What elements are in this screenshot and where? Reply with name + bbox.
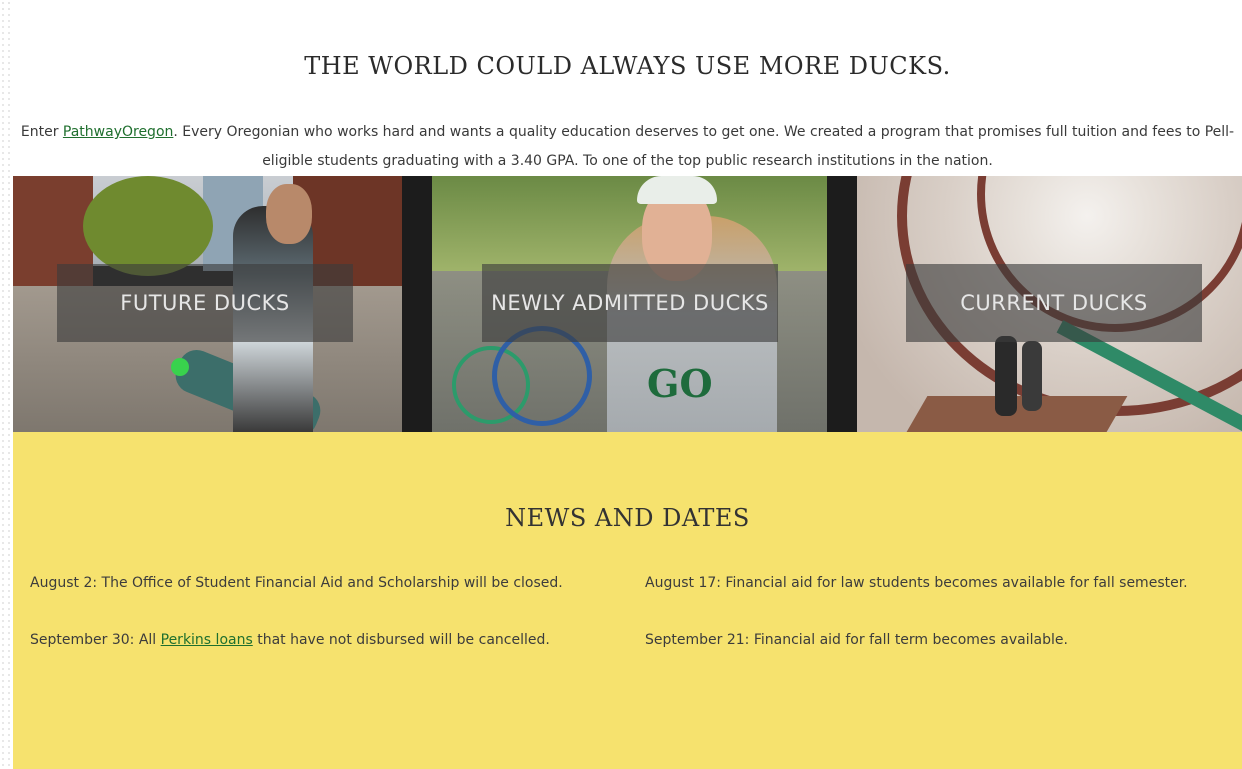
tile-current-ducks[interactable]: CURRENT DUCKS <box>857 176 1242 432</box>
intro-text-before: Enter <box>20 124 63 140</box>
news-item: September 30: All Perkins loans that hav… <box>30 632 550 648</box>
intro-section: THE WORLD COULD ALWAYS USE MORE DUCKS. E… <box>13 0 1242 176</box>
tile-newly-admitted-ducks[interactable]: GO NEWLY ADMITTED DUCKS <box>432 176 827 432</box>
pathway-oregon-link[interactable]: PathwayOregon <box>63 124 173 140</box>
tile-label-newly-admitted-ducks[interactable]: NEWLY ADMITTED DUCKS <box>482 264 778 342</box>
audience-tiles: FUTURE DUCKS GO NEWLY ADMITTED DUCKS CUR… <box>13 176 1242 432</box>
news-and-dates-section: NEWS AND DATES August 2: The Office of S… <box>13 432 1242 769</box>
perkins-loans-link[interactable]: Perkins loans <box>161 632 253 648</box>
tile-label-future-ducks[interactable]: FUTURE DUCKS <box>57 264 353 342</box>
page-headline: THE WORLD COULD ALWAYS USE MORE DUCKS. <box>304 52 951 80</box>
news-item: August 2: The Office of Student Financia… <box>30 575 563 591</box>
tile-label-current-ducks[interactable]: CURRENT DUCKS <box>906 264 1202 342</box>
tile-future-ducks[interactable]: FUTURE DUCKS <box>13 176 402 432</box>
news-item-text-before: September 30: All <box>30 632 161 648</box>
news-item: August 17: Financial aid for law student… <box>645 575 1188 591</box>
news-item: September 21: Financial aid for fall ter… <box>645 632 1068 648</box>
intro-text-after: . Every Oregonian who works hard and wan… <box>173 124 1235 169</box>
news-item-text-after: that have not disbursed will be cancelle… <box>252 632 550 648</box>
dotted-border-left <box>0 0 12 769</box>
intro-paragraph: Enter PathwayOregon. Every Oregonian who… <box>13 118 1242 176</box>
news-title: NEWS AND DATES <box>505 504 750 532</box>
